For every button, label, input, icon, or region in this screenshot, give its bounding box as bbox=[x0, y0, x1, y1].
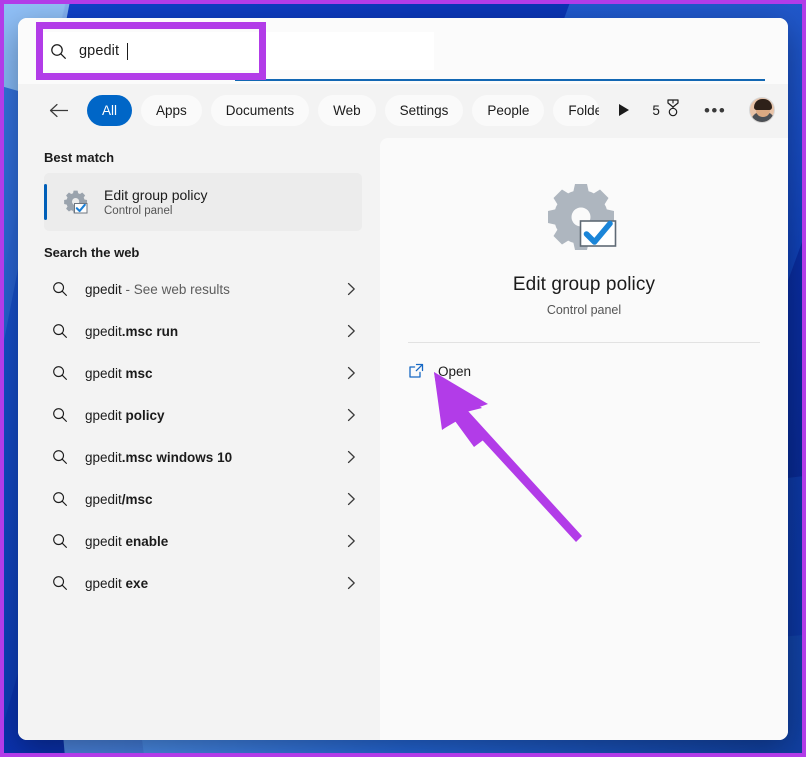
rewards-indicator[interactable]: 5 bbox=[652, 98, 681, 122]
text-caret bbox=[127, 42, 129, 60]
best-match-heading: Best match bbox=[44, 150, 115, 165]
search-the-web-heading: Search the web bbox=[44, 245, 140, 260]
search-icon bbox=[52, 449, 76, 465]
chevron-right-icon bbox=[347, 366, 356, 380]
desktop-background: gpedit All Apps Documents Web Settings P… bbox=[0, 0, 806, 757]
preview-title: Edit group policy bbox=[512, 274, 656, 295]
filter-chip-documents[interactable]: Documents bbox=[210, 94, 310, 126]
best-match-title: Edit group policy bbox=[104, 186, 208, 203]
chevron-right-icon bbox=[347, 492, 356, 506]
filter-chip-web[interactable]: Web bbox=[318, 94, 376, 126]
filter-chip-settings[interactable]: Settings bbox=[384, 94, 464, 126]
web-result-label: gpedit policy bbox=[85, 407, 165, 423]
filter-chip-folders: Folders bbox=[553, 94, 600, 126]
preview-divider bbox=[408, 342, 760, 343]
best-match-subtitle: Control panel bbox=[104, 205, 173, 218]
chevron-right-icon bbox=[347, 408, 356, 422]
search-content: Best match Edit group policy Control pan… bbox=[18, 136, 788, 740]
filter-chip-apps[interactable]: Apps bbox=[141, 94, 202, 126]
web-result-row[interactable]: gpedit exe bbox=[44, 562, 362, 604]
search-icon bbox=[52, 533, 76, 549]
search-icon bbox=[52, 575, 76, 591]
filter-chip-people[interactable]: People bbox=[472, 94, 545, 126]
preview-icon-wrap bbox=[396, 182, 772, 252]
search-input[interactable]: gpedit bbox=[36, 32, 434, 70]
open-action-label: Open bbox=[438, 363, 472, 379]
filter-chip-all[interactable]: All bbox=[87, 94, 133, 126]
search-bar-region: gpedit bbox=[18, 18, 788, 84]
back-arrow-icon[interactable] bbox=[44, 95, 74, 125]
search-icon bbox=[50, 43, 67, 60]
web-result-row[interactable]: gpedit enable bbox=[44, 520, 362, 562]
web-results-list: gpedit - See web results gpedit.msc run gp… bbox=[44, 268, 362, 604]
chevron-right-icon bbox=[347, 324, 356, 338]
preview-pane: Edit group policy Control panel Open bbox=[380, 138, 788, 740]
web-result-label: gpedit msc bbox=[85, 365, 153, 381]
web-result-label: gpedit/msc bbox=[85, 491, 153, 507]
best-match-result[interactable]: Edit group policy Control panel bbox=[44, 173, 362, 231]
medal-icon bbox=[665, 98, 681, 122]
web-result-row[interactable]: gpedit/msc bbox=[44, 478, 362, 520]
web-result-row[interactable]: gpedit.msc windows 10 bbox=[44, 436, 362, 478]
search-icon bbox=[52, 365, 76, 381]
avatar[interactable] bbox=[749, 97, 776, 123]
overflow-menu-icon[interactable]: ••• bbox=[704, 102, 726, 119]
windows-search-flyout: gpedit All Apps Documents Web Settings P… bbox=[18, 18, 788, 740]
search-icon bbox=[52, 281, 76, 297]
rewards-count: 5 bbox=[652, 102, 660, 118]
chevron-right-icon bbox=[347, 282, 356, 296]
web-result-row[interactable]: gpedit - See web results bbox=[44, 268, 362, 310]
avatar-hair bbox=[754, 99, 773, 110]
play-triangle-icon[interactable] bbox=[612, 99, 634, 121]
web-result-row[interactable]: gpedit.msc run bbox=[44, 310, 362, 352]
chevron-right-icon bbox=[347, 534, 356, 548]
web-result-label: gpedit enable bbox=[85, 533, 169, 549]
filter-chip-folders-clipped[interactable]: Folders bbox=[553, 94, 600, 126]
gear-check-icon bbox=[62, 188, 90, 216]
web-result-label: gpedit.msc run bbox=[85, 323, 179, 339]
results-list-pane: Best match Edit group policy Control pan… bbox=[18, 136, 380, 740]
best-match-text: Edit group policy Control panel bbox=[104, 187, 208, 218]
web-result-row[interactable]: gpedit policy bbox=[44, 394, 362, 436]
selection-accent-bar bbox=[44, 184, 47, 220]
search-icon bbox=[52, 491, 76, 507]
web-result-label: gpedit exe bbox=[85, 575, 149, 591]
web-result-label: gpedit - See web results bbox=[85, 281, 230, 297]
search-icon bbox=[52, 407, 76, 423]
web-result-label: gpedit.msc windows 10 bbox=[85, 449, 233, 465]
chevron-right-icon bbox=[347, 450, 356, 464]
search-focus-underline bbox=[235, 79, 765, 81]
gear-check-icon bbox=[545, 182, 623, 252]
web-result-row[interactable]: gpedit msc bbox=[44, 352, 362, 394]
preview-subtitle: Control panel bbox=[546, 303, 622, 317]
search-input-value: gpedit bbox=[79, 43, 120, 59]
external-link-icon bbox=[408, 363, 424, 379]
filter-chips-bar: All Apps Documents Web Settings People F… bbox=[18, 84, 788, 136]
chevron-right-icon bbox=[347, 576, 356, 590]
search-icon bbox=[52, 323, 76, 339]
open-action-button[interactable]: Open bbox=[396, 349, 772, 393]
